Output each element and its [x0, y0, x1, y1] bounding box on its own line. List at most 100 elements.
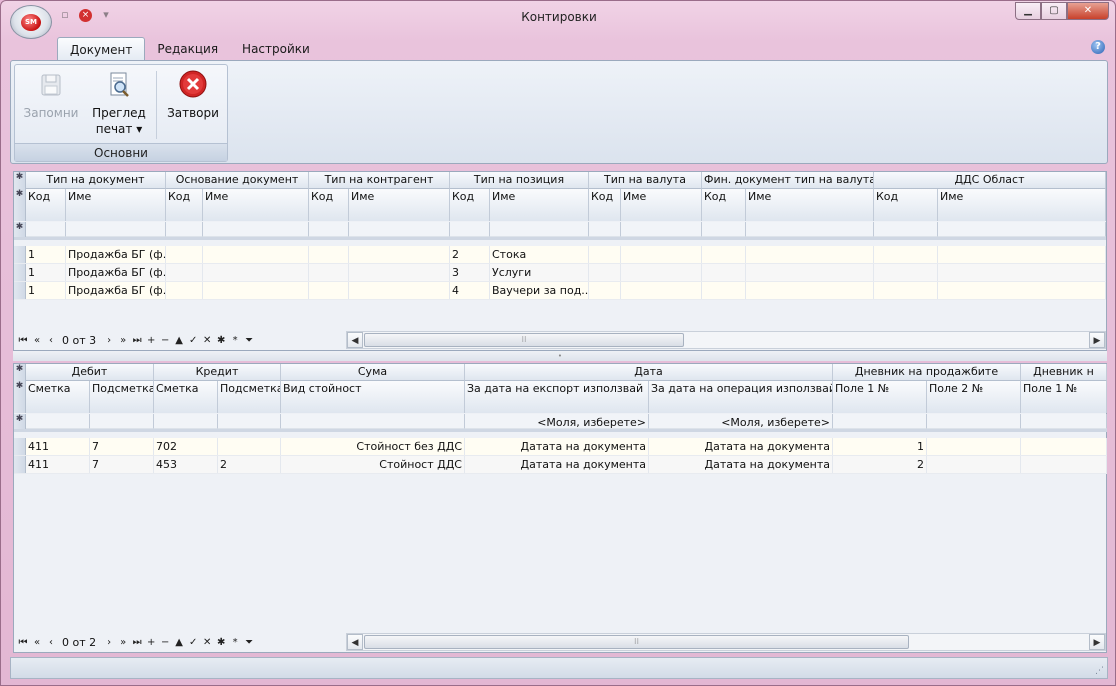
filter-cell[interactable]: [702, 222, 746, 237]
help-question-icon[interactable]: ?: [1091, 40, 1105, 54]
filter-cell[interactable]: [833, 414, 927, 429]
maximize-button[interactable]: ▢: [1041, 2, 1067, 20]
save-button[interactable]: Запомни: [21, 69, 81, 121]
cell[interactable]: [349, 264, 450, 281]
scroll-right-icon[interactable]: ▶: [1089, 332, 1105, 348]
cell[interactable]: 1: [26, 264, 66, 281]
cell[interactable]: [746, 282, 874, 299]
cancel-icon[interactable]: ✕: [202, 637, 212, 648]
col-name[interactable]: Име: [490, 189, 589, 221]
table-row[interactable]: 411 7 453 2 Стойност ДДС Датата на докум…: [14, 456, 1107, 474]
group-currency-type[interactable]: Тип на валута: [589, 172, 702, 189]
bookmark-icon[interactable]: *: [230, 637, 240, 648]
group-sales-journal[interactable]: Дневник на продажбите: [833, 364, 1021, 381]
cell[interactable]: 411: [26, 438, 90, 455]
cell[interactable]: Услуги: [490, 264, 589, 281]
scroll-thumb[interactable]: ⁝⁝: [364, 635, 909, 649]
cell[interactable]: [746, 264, 874, 281]
col-code[interactable]: Код: [26, 189, 66, 221]
cell[interactable]: [938, 282, 1106, 299]
close-document-button[interactable]: Затвори: [163, 69, 223, 121]
tab-settings[interactable]: Настройки: [230, 37, 322, 61]
col-export-date[interactable]: За дата на експорт използвай: [465, 381, 649, 413]
cell[interactable]: [927, 456, 1021, 473]
cell[interactable]: [938, 264, 1106, 281]
filter-cell[interactable]: [281, 414, 465, 429]
refresh-icon[interactable]: ✱: [216, 637, 226, 648]
edit-icon[interactable]: ▲: [174, 637, 184, 648]
filter-cell[interactable]: [154, 414, 218, 429]
row-indicator[interactable]: [14, 246, 26, 263]
filter-icon[interactable]: ⏷: [244, 637, 254, 648]
cell[interactable]: [589, 282, 621, 299]
cell[interactable]: Датата на документа: [465, 456, 649, 473]
post-icon[interactable]: ✓: [188, 637, 198, 648]
scroll-right-icon[interactable]: ▶: [1089, 634, 1105, 650]
filter-cell[interactable]: [1021, 414, 1107, 429]
filter-select-operation-date[interactable]: <Моля, изберете>: [649, 414, 833, 429]
prev-record-icon[interactable]: ‹: [46, 335, 56, 346]
col-code[interactable]: Код: [874, 189, 938, 221]
col-field1-no[interactable]: Поле 1 №: [833, 381, 927, 413]
filter-cell[interactable]: [621, 222, 702, 237]
group-doc-type[interactable]: Тип на документ: [26, 172, 166, 189]
cell[interactable]: 1: [26, 282, 66, 299]
cell[interactable]: [203, 264, 309, 281]
cell[interactable]: [702, 264, 746, 281]
close-window-button[interactable]: ✕: [1067, 2, 1109, 20]
cell[interactable]: [702, 246, 746, 263]
cell[interactable]: [166, 264, 203, 281]
col-code[interactable]: Код: [450, 189, 490, 221]
cell[interactable]: 411: [26, 456, 90, 473]
cell[interactable]: 3: [450, 264, 490, 281]
tab-document[interactable]: Документ: [57, 37, 146, 61]
last-record-icon[interactable]: ⏭: [132, 637, 142, 648]
table-row[interactable]: 1 Продажба БГ (ф... 2 Стока: [14, 246, 1106, 264]
col-name[interactable]: Име: [938, 189, 1106, 221]
cell[interactable]: Датата на документа: [465, 438, 649, 455]
filter-cell[interactable]: [90, 414, 154, 429]
col-operation-date[interactable]: За дата на операция използвай: [649, 381, 833, 413]
group-counterparty-type[interactable]: Тип на контрагент: [309, 172, 450, 189]
filter-cell[interactable]: [66, 222, 166, 237]
application-orb-button[interactable]: SM: [10, 5, 52, 39]
bookmark-icon[interactable]: *: [230, 335, 240, 346]
group-credit[interactable]: Кредит: [154, 364, 281, 381]
panel-splitter[interactable]: •: [13, 351, 1107, 361]
row-indicator[interactable]: [14, 438, 26, 455]
filter-cell[interactable]: [938, 222, 1106, 237]
tab-edit[interactable]: Редакция: [145, 37, 230, 61]
col-subaccount[interactable]: Подсметка: [218, 381, 281, 413]
col-account[interactable]: Сметка: [26, 381, 90, 413]
group-fin-doc-currency-type[interactable]: Фин. документ тип на валута: [702, 172, 874, 189]
cell[interactable]: 4: [450, 282, 490, 299]
cell[interactable]: [621, 264, 702, 281]
filter-cell[interactable]: [349, 222, 450, 237]
filter-cell[interactable]: [589, 222, 621, 237]
table-row[interactable]: 411 7 702 Стойност без ДДС Датата на док…: [14, 438, 1107, 456]
cell[interactable]: [1021, 456, 1107, 473]
col-field1-no[interactable]: Поле 1 №: [1021, 381, 1107, 413]
next-page-icon[interactable]: »: [118, 637, 128, 648]
col-name[interactable]: Име: [203, 189, 309, 221]
scroll-left-icon[interactable]: ◀: [347, 332, 363, 348]
cell[interactable]: 2: [450, 246, 490, 263]
cell[interactable]: 2: [833, 456, 927, 473]
cell[interactable]: [746, 246, 874, 263]
cell[interactable]: [1021, 438, 1107, 455]
cell[interactable]: [589, 246, 621, 263]
cell[interactable]: Датата на документа: [649, 456, 833, 473]
cell[interactable]: [702, 282, 746, 299]
prev-page-icon[interactable]: «: [32, 637, 42, 648]
filter-cell[interactable]: [450, 222, 490, 237]
col-code[interactable]: Код: [166, 189, 203, 221]
cell[interactable]: 7: [90, 456, 154, 473]
append-icon[interactable]: +: [146, 637, 156, 648]
cell[interactable]: [349, 282, 450, 299]
filter-cell[interactable]: [26, 414, 90, 429]
cell[interactable]: [874, 246, 938, 263]
filter-cell[interactable]: [746, 222, 874, 237]
table-row[interactable]: 1 Продажба БГ (ф... 3 Услуги: [14, 264, 1106, 282]
filter-select-export-date[interactable]: <Моля, изберете>: [465, 414, 649, 429]
cell[interactable]: [166, 282, 203, 299]
